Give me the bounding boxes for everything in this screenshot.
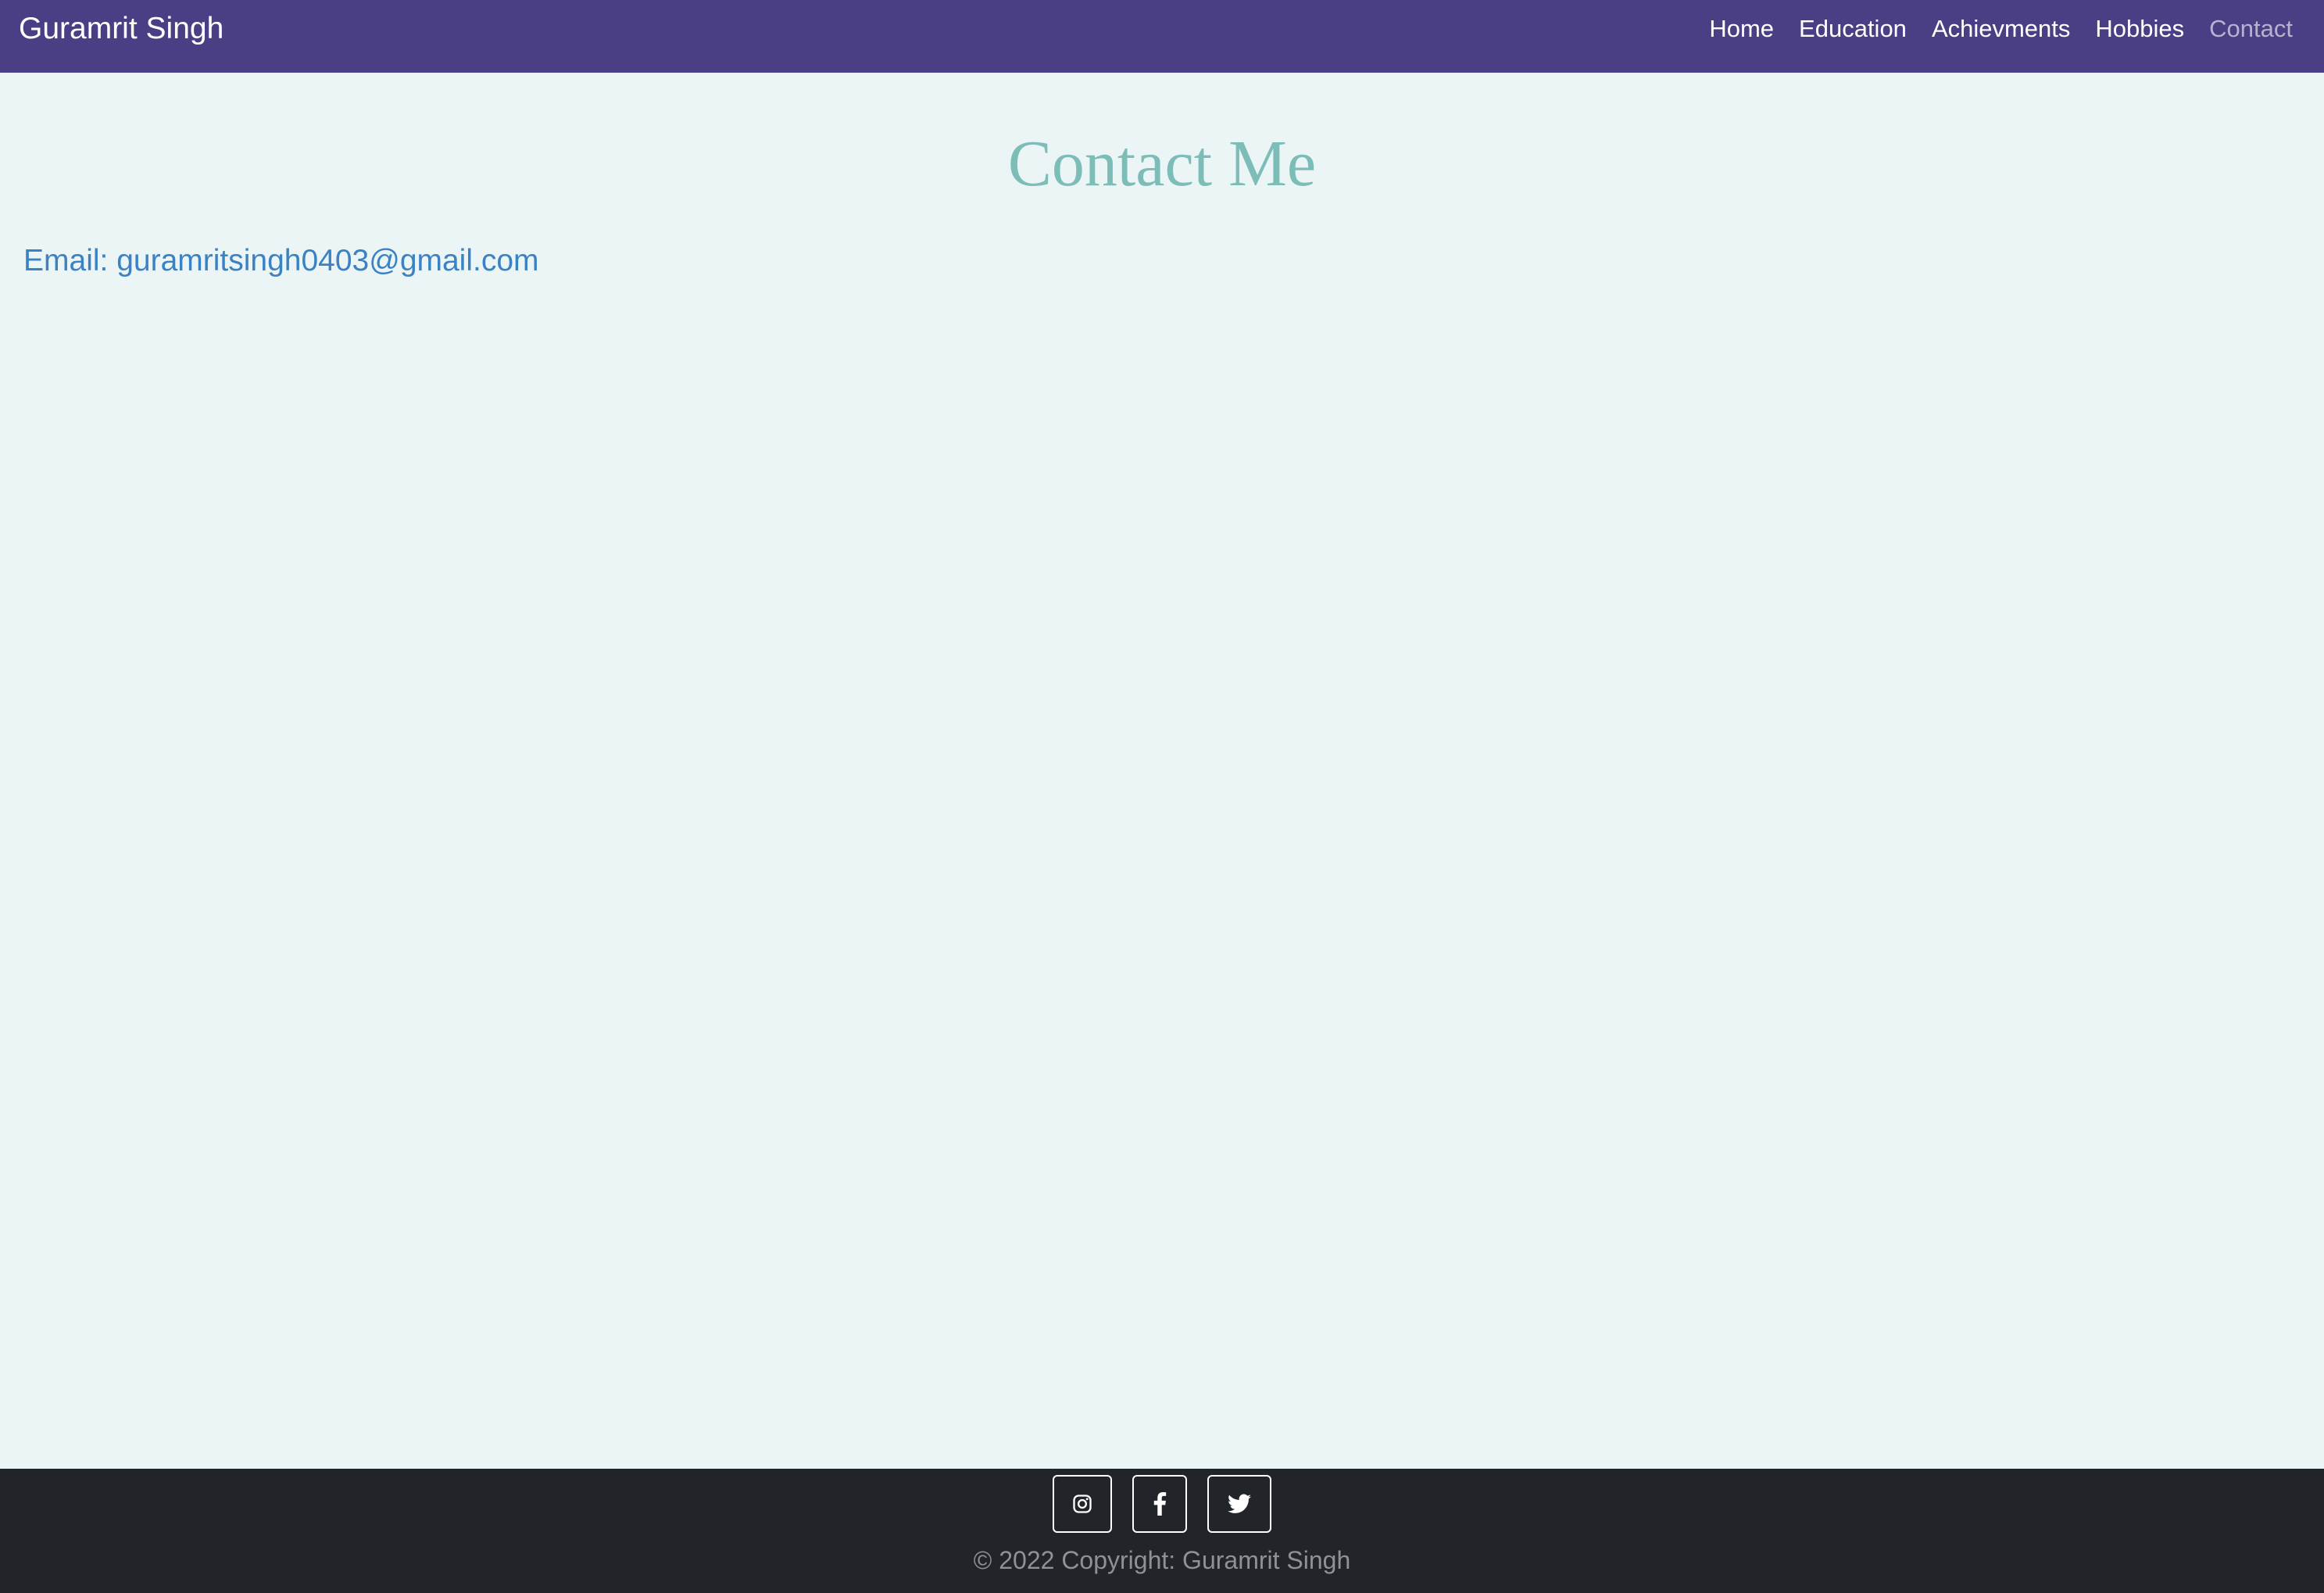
email-line: Email: guramritsingh0403@gmail.com	[23, 239, 539, 283]
facebook-icon	[1153, 1492, 1167, 1516]
copyright-text: © 2022 Copyright: Guramrit Singh	[973, 1546, 1351, 1574]
facebook-button[interactable]	[1132, 1475, 1187, 1533]
twitter-button[interactable]	[1207, 1475, 1271, 1533]
nav-link-education[interactable]: Education	[1799, 11, 1907, 47]
footer: © 2022 Copyright: Guramrit Singh	[0, 1469, 2324, 1593]
top-navbar: Guramrit Singh Home Education Achievment…	[0, 0, 2324, 73]
instagram-icon	[1073, 1495, 1092, 1513]
nav-link-hobbies[interactable]: Hobbies	[2095, 11, 2184, 47]
email-link[interactable]: guramritsingh0403@gmail.com	[116, 244, 538, 277]
instagram-button[interactable]	[1053, 1475, 1112, 1533]
page-title: Contact Me	[1007, 127, 1317, 200]
email-label: Email:	[23, 244, 117, 277]
brand-link[interactable]: Guramrit Singh	[19, 9, 223, 48]
twitter-icon	[1228, 1494, 1251, 1513]
nav-link-contact[interactable]: Contact	[2209, 11, 2293, 47]
nav-link-home[interactable]: Home	[1709, 11, 1774, 47]
social-links	[0, 1475, 2324, 1533]
nav-link-achievements[interactable]: Achievments	[1932, 11, 2070, 47]
nav-links: Home Education Achievments Hobbies Conta…	[1709, 11, 2293, 47]
